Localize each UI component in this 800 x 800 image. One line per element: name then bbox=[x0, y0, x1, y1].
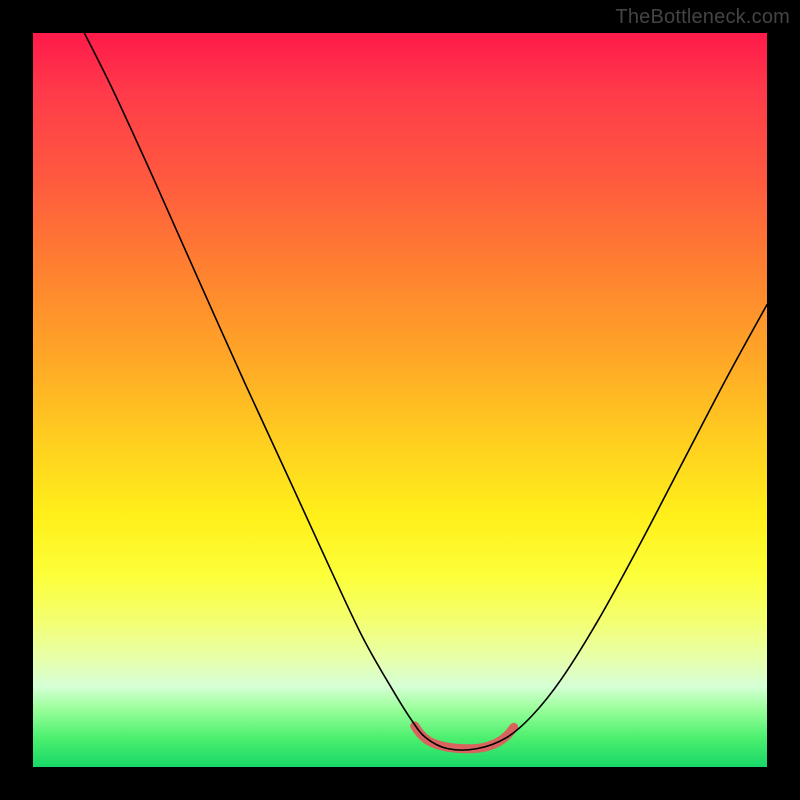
plot-area bbox=[33, 33, 767, 767]
red-flat-segment bbox=[415, 726, 514, 749]
watermark-label: TheBottleneck.com bbox=[615, 6, 790, 29]
chart-svg bbox=[33, 33, 767, 767]
black-curve bbox=[84, 33, 767, 750]
